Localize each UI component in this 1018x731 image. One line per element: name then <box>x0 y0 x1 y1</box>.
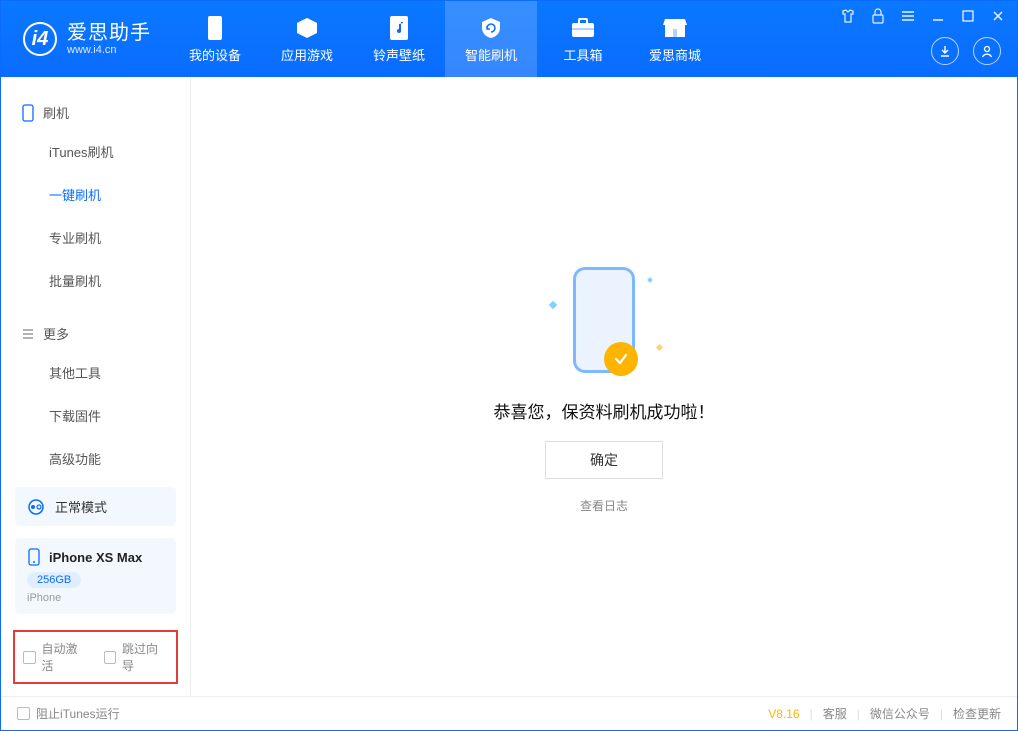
device-type: iPhone <box>27 592 61 604</box>
check-update-link[interactable]: 检查更新 <box>953 705 1001 722</box>
sidebar-checks-highlight: 自动激活 跳过向导 <box>13 630 178 684</box>
minimize-button[interactable] <box>929 7 947 25</box>
nav-label: 应用游戏 <box>281 45 333 64</box>
checkbox-icon <box>23 651 36 664</box>
sparkle-icon <box>647 277 653 283</box>
sparkle-icon <box>656 343 663 350</box>
phone-icon <box>202 15 228 41</box>
nav-label: 智能刷机 <box>465 45 517 64</box>
statusbar: 阻止iTunes运行 V8.16 | 客服 | 微信公众号 | 检查更新 <box>1 696 1017 730</box>
store-icon <box>662 15 688 41</box>
nav-store[interactable]: 爱思商城 <box>629 1 721 77</box>
list-icon <box>21 327 35 341</box>
cube-icon <box>294 15 320 41</box>
sidebar-item-advanced[interactable]: 高级功能 <box>1 437 190 480</box>
sidebar-item-batch-flash[interactable]: 批量刷机 <box>1 259 190 302</box>
body-area: 刷机 iTunes刷机 一键刷机 专业刷机 批量刷机 更多 其他工具 下载固件 … <box>1 77 1017 696</box>
app-window: i4 爱思助手 www.i4.cn 我的设备 应用游戏 铃声壁纸 智能刷机 <box>0 0 1018 731</box>
group-label: 更多 <box>43 324 69 343</box>
sidebar-group-flash: 刷机 <box>1 95 190 130</box>
checkbox-skip-guide[interactable]: 跳过向导 <box>104 640 169 674</box>
app-subtitle: www.i4.cn <box>67 44 151 56</box>
phone-shape-icon <box>573 267 635 373</box>
sidebar-item-pro-flash[interactable]: 专业刷机 <box>1 216 190 259</box>
menu-icon[interactable] <box>899 7 917 25</box>
checkbox-label: 阻止iTunes运行 <box>36 705 120 722</box>
window-controls <box>839 7 1007 25</box>
nav-label: 我的设备 <box>189 45 241 64</box>
mode-panel[interactable]: 正常模式 <box>15 487 176 526</box>
checkbox-block-itunes[interactable]: 阻止iTunes运行 <box>17 705 120 722</box>
user-button[interactable] <box>973 37 1001 65</box>
download-button[interactable] <box>931 37 959 65</box>
main-nav: 我的设备 应用游戏 铃声壁纸 智能刷机 工具箱 爱思商城 <box>169 1 721 77</box>
ok-button[interactable]: 确定 <box>545 441 663 479</box>
refresh-shield-icon <box>478 15 504 41</box>
mode-icon <box>27 498 45 516</box>
checkbox-icon <box>104 651 117 664</box>
checkbox-icon <box>17 707 30 720</box>
titlebar: i4 爱思助手 www.i4.cn 我的设备 应用游戏 铃声壁纸 智能刷机 <box>1 1 1017 77</box>
main-content: 恭喜您，保资料刷机成功啦！ 确定 查看日志 <box>191 77 1017 696</box>
success-illustration <box>544 260 664 380</box>
sidebar-item-download-firmware[interactable]: 下载固件 <box>1 394 190 437</box>
tshirt-icon[interactable] <box>839 7 857 25</box>
version-label: V8.16 <box>768 707 799 721</box>
nav-label: 工具箱 <box>563 45 602 64</box>
nav-label: 铃声壁纸 <box>373 45 425 64</box>
nav-smart-flash[interactable]: 智能刷机 <box>445 1 537 77</box>
device-icon <box>21 104 35 122</box>
logo-area: i4 爱思助手 www.i4.cn <box>1 1 169 77</box>
device-name: iPhone XS Max <box>49 550 142 565</box>
sidebar-group-more: 更多 <box>1 316 190 351</box>
nav-my-device[interactable]: 我的设备 <box>169 1 261 77</box>
sidebar-item-other-tools[interactable]: 其他工具 <box>1 351 190 394</box>
wechat-link[interactable]: 微信公众号 <box>870 705 930 722</box>
nav-toolbox[interactable]: 工具箱 <box>537 1 629 77</box>
sidebar-item-itunes-flash[interactable]: iTunes刷机 <box>1 130 190 173</box>
nav-label: 爱思商城 <box>649 45 701 64</box>
sparkle-icon <box>549 300 557 308</box>
music-file-icon <box>386 15 412 41</box>
close-button[interactable] <box>989 7 1007 25</box>
nav-apps-games[interactable]: 应用游戏 <box>261 1 353 77</box>
sidebar: 刷机 iTunes刷机 一键刷机 专业刷机 批量刷机 更多 其他工具 下载固件 … <box>1 77 191 696</box>
statusbar-right: V8.16 | 客服 | 微信公众号 | 检查更新 <box>768 705 1001 722</box>
device-name-row: iPhone XS Max <box>27 548 142 566</box>
mode-label: 正常模式 <box>55 497 107 516</box>
customer-service-link[interactable]: 客服 <box>823 705 847 722</box>
checkbox-label: 跳过向导 <box>122 640 168 674</box>
checkbox-auto-activate[interactable]: 自动激活 <box>23 640 88 674</box>
check-badge-icon <box>604 342 638 376</box>
app-title: 爱思助手 <box>67 22 151 44</box>
device-panel[interactable]: iPhone XS Max 256GB iPhone <box>15 538 176 614</box>
phone-small-icon <box>27 548 41 566</box>
view-log-link[interactable]: 查看日志 <box>580 497 628 514</box>
device-capacity: 256GB <box>27 572 81 588</box>
lock-icon[interactable] <box>869 7 887 25</box>
sidebar-item-oneclick-flash[interactable]: 一键刷机 <box>1 173 190 216</box>
app-logo-text: 爱思助手 www.i4.cn <box>67 22 151 56</box>
app-logo-icon: i4 <box>23 22 57 56</box>
maximize-button[interactable] <box>959 7 977 25</box>
nav-ringtone-wallpaper[interactable]: 铃声壁纸 <box>353 1 445 77</box>
toolbox-icon <box>570 15 596 41</box>
group-label: 刷机 <box>43 103 69 122</box>
checkbox-label: 自动激活 <box>42 640 88 674</box>
success-message: 恭喜您，保资料刷机成功啦！ <box>494 398 715 423</box>
header-right-icons <box>931 37 1001 65</box>
